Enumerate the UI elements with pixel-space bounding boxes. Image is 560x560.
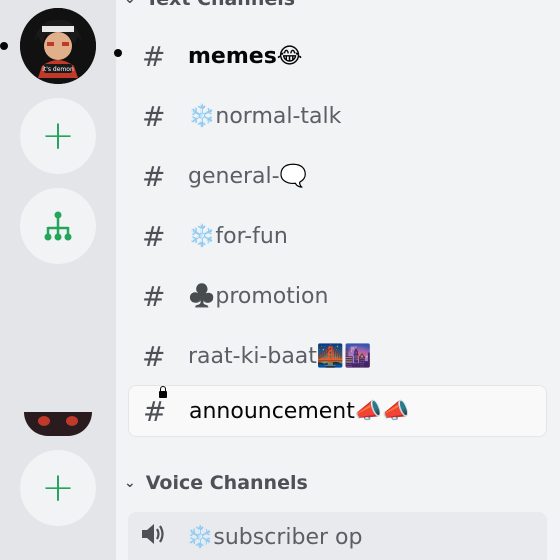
category-text-channels[interactable]: ⌄ Text Channels (124, 0, 295, 10)
channel-for-fun[interactable]: # ❄️for-fun (128, 210, 547, 262)
channel-promotion[interactable]: # ♣️promotion (128, 270, 547, 322)
avatar-caption: it's demon (42, 66, 74, 73)
server-rail: it's demon + + (0, 0, 116, 560)
channel-announcement[interactable]: # announcement📣📣 (128, 385, 547, 437)
channel-name: announcement📣📣 (189, 398, 410, 424)
plus-icon: + (41, 113, 75, 159)
discover-hub-button[interactable] (20, 188, 96, 264)
channel-name: raat-ki-baat🌉🌆 (188, 343, 372, 369)
channel-name: memes😂 (188, 43, 303, 69)
locked-hash-icon: # (143, 385, 175, 428)
channel-general[interactable]: # general-🗨️ (128, 150, 547, 202)
channel-memes[interactable]: # memes😂 (128, 30, 547, 82)
unread-indicator (0, 42, 8, 50)
channel-unread-dot (114, 49, 122, 57)
lock-icon (159, 385, 167, 398)
plus-icon: + (41, 465, 75, 511)
hash-icon: # (142, 99, 166, 133)
add-server-button-2[interactable]: + (20, 450, 96, 526)
channel-raat-ki-baat[interactable]: # raat-ki-baat🌉🌆 (128, 330, 547, 382)
hash-icon: # (142, 159, 166, 193)
category-label: Text Channels (146, 0, 295, 10)
chevron-down-icon: ⌄ (124, 475, 136, 491)
channel-normal-talk[interactable]: # ❄️normal-talk (128, 90, 547, 142)
chevron-down-icon: ⌄ (124, 0, 136, 7)
hash-icon: # (142, 339, 166, 373)
category-label: Voice Channels (145, 472, 308, 494)
hash-icon: # (142, 279, 166, 313)
channel-list: ⌄ Text Channels # memes😂 # ❄️normal-talk… (116, 0, 560, 560)
server-avatar-image: it's demon (20, 8, 96, 84)
server-avatar-partial[interactable] (24, 412, 92, 436)
channel-name: ❄️for-fun (188, 223, 288, 249)
voice-channel-subscriber-op[interactable]: ❄️subscriber op (140, 522, 362, 552)
channel-name: ♣️promotion (188, 283, 329, 309)
add-server-button[interactable]: + (20, 98, 96, 174)
category-voice-channels[interactable]: ⌄ Voice Channels (124, 472, 308, 494)
hash-icon: # (142, 219, 166, 253)
speaker-icon (140, 522, 166, 552)
server-avatar[interactable]: it's demon (20, 8, 96, 84)
hub-icon (44, 211, 72, 241)
channel-name: general-🗨️ (188, 163, 307, 189)
channel-name: ❄️subscriber op (186, 524, 363, 550)
hash-icon: # (142, 39, 166, 73)
channel-name: ❄️normal-talk (188, 103, 342, 129)
